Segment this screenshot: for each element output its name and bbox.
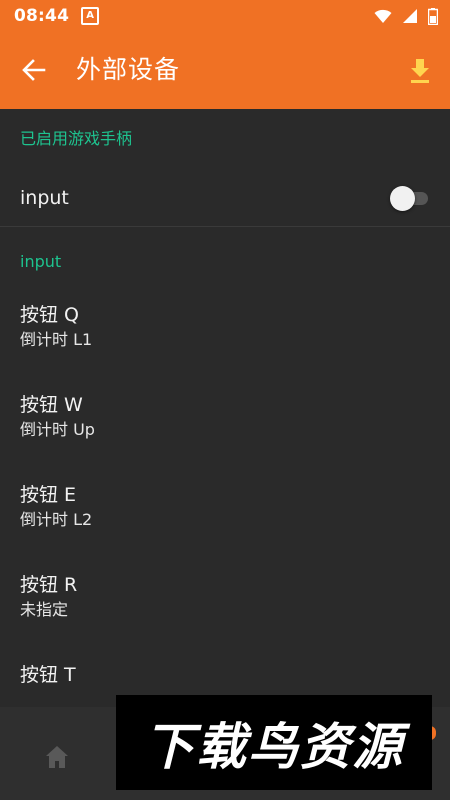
section-header-input: input [20,252,62,271]
list-item-subtitle: 倒计时 Up [20,420,95,439]
watermark-logo: 下载鸟资源 [116,695,432,790]
status-icons [374,7,438,25]
input-toggle-row[interactable]: input [0,169,450,227]
list-item-title: 按钮 W [20,394,83,416]
status-bar: 08:44 A [0,0,450,32]
list-item-title: 按钮 Q [20,304,79,326]
signal-icon [403,9,417,23]
home-icon[interactable] [44,744,70,770]
download-icon[interactable] [405,56,435,86]
list-item-subtitle: 未指定 [20,600,69,619]
toggle-label: input [20,186,69,209]
list-item-button-r[interactable]: 按钮 R 未指定 [0,557,450,647]
wifi-icon [374,9,392,23]
switch-thumb [390,185,415,211]
notification-a-icon: A [81,7,100,25]
list-item-button-w[interactable]: 按钮 W 倒计时 Up [0,377,450,467]
list-item-subtitle: 倒计时 L1 [20,330,93,349]
list-item-title: 按钮 T [20,664,76,686]
list-item-button-e[interactable]: 按钮 E 倒计时 L2 [0,467,450,557]
section-header-enabled-gamepads: 已启用游戏手柄 [20,129,133,148]
list-item-button-q[interactable]: 按钮 Q 倒计时 L1 [0,287,450,377]
list-item-title: 按钮 E [20,484,77,506]
app-bar: 外部设备 [0,32,450,109]
page-title: 外部设备 [76,55,181,84]
back-arrow-icon[interactable] [18,54,50,86]
status-time: 08:44 [14,6,70,26]
settings-list: 已启用游戏手柄 input input 按钮 Q 倒计时 L1 按钮 W 倒计时… [0,109,450,737]
input-switch[interactable] [390,185,430,211]
battery-icon [428,7,438,25]
list-item-subtitle: 倒计时 L2 [20,510,93,529]
list-item-title: 按钮 R [20,574,78,596]
watermark-text: 下载鸟资源 [144,717,404,776]
